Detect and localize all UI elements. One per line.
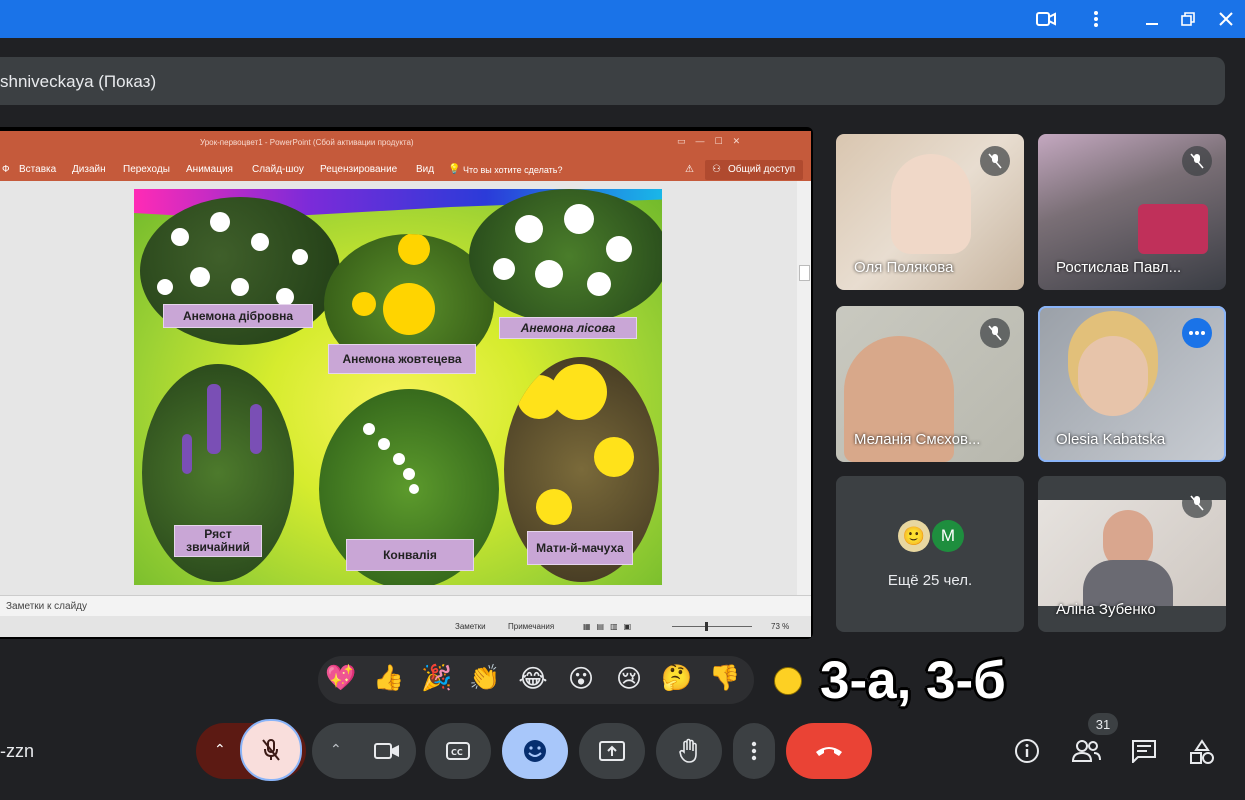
presenter-name: shniveckaya (Показ): [0, 72, 157, 91]
notes-placeholder: Заметки к слайду: [6, 601, 87, 612]
participant-video: [1138, 204, 1208, 254]
participant-name: Ростислав Павл...: [1056, 259, 1182, 276]
close-icon[interactable]: [1209, 0, 1243, 38]
reaction-thinking[interactable]: 🤔: [659, 664, 695, 693]
more-options-button[interactable]: [733, 723, 775, 779]
slide-label-corydalis: Ряст звичайний: [174, 525, 262, 557]
raise-hand-button[interactable]: [656, 723, 722, 779]
participant-tile-2[interactable]: Ростислав Павл...: [1038, 134, 1226, 290]
ribbon-tab-animation[interactable]: Анимация: [186, 164, 233, 175]
reaction-surprised[interactable]: 😮: [563, 664, 599, 694]
restore-icon[interactable]: [1171, 0, 1205, 38]
mic-off-icon: [980, 318, 1010, 348]
slide-label-coltsfoot: Мати-й-мачуха: [527, 531, 633, 565]
anemone-sylvestris-photo: [469, 189, 662, 324]
camera-options-chevron-icon[interactable]: ⌃: [330, 741, 342, 758]
reaction-thumbs-up[interactable]: 👍: [371, 664, 407, 693]
ribbon-tab-file-fragment: Ф: [2, 164, 10, 175]
skin-tone-selector[interactable]: [774, 667, 802, 695]
ppt-window-controls-icon: ▭ — ☐ ✕: [677, 136, 741, 146]
zoom-slider-thumb[interactable]: [705, 622, 708, 631]
chat-icon[interactable]: [1131, 739, 1157, 768]
camera-toggle-button[interactable]: [358, 723, 416, 779]
svg-text:CC: CC: [451, 748, 463, 757]
people-icon[interactable]: [1071, 739, 1102, 768]
participant-video: [891, 154, 971, 254]
warning-icon: ⚠: [685, 164, 694, 175]
ppt-window-title: Урок-первоцвет1 - PowerPoint (Сбой актив…: [200, 138, 414, 147]
hand-icon: [679, 738, 697, 763]
comments-toggle[interactable]: Примечания: [508, 622, 554, 631]
participant-tile-5[interactable]: Аліна Зубенко: [1038, 476, 1226, 632]
slide-label-anemone-sylvestris: Анемона лісова: [499, 317, 637, 339]
more-vert-icon[interactable]: [1079, 0, 1113, 38]
videocam-icon: [374, 743, 399, 759]
ribbon-search[interactable]: Что вы хотите сделать?: [463, 165, 563, 175]
present-screen-button[interactable]: [579, 723, 645, 779]
ribbon-lightbulb-icon: 💡: [448, 164, 461, 175]
view-mode-icons[interactable]: ▦▤▥▣: [583, 622, 637, 631]
window-title-bar: [0, 0, 1245, 38]
ppt-scrollbar[interactable]: [797, 181, 811, 595]
leave-call-button[interactable]: [786, 723, 872, 779]
more-vert-icon: [751, 741, 757, 761]
overlay-class-text: 3-а, 3-б: [820, 651, 1006, 710]
share-label: Общий доступ: [728, 164, 796, 175]
participant-name: Аліна Зубенко: [1056, 601, 1156, 618]
slide-label-anemone-nemorosa: Анемона дібровна: [163, 304, 313, 328]
reaction-party[interactable]: 🎉: [419, 664, 455, 693]
slide-canvas: Анемона дібровна Анемона жовтецева Анемо…: [134, 189, 662, 585]
zoom-slider[interactable]: [672, 626, 752, 627]
ribbon-tab-slideshow[interactable]: Слайд-шоу: [252, 164, 304, 175]
participant-tile-4-speaking[interactable]: Olesia Kabatska: [1038, 306, 1226, 462]
emoji-icon: [524, 740, 546, 762]
participant-tile-1[interactable]: Оля Полякова: [836, 134, 1024, 290]
ribbon-tab-transitions[interactable]: Переходы: [123, 164, 170, 175]
more-participants-tile[interactable]: 🙂 M Ещё 25 чел.: [836, 476, 1024, 632]
mic-off-icon: [980, 146, 1010, 176]
ribbon-tab-insert[interactable]: Вставка: [19, 164, 56, 175]
reaction-heart[interactable]: 💖: [323, 664, 359, 693]
reaction-sad[interactable]: 😢: [611, 664, 647, 694]
people-count-badge: 31: [1088, 713, 1118, 735]
more-participants-label: Ещё 25 чел.: [887, 572, 973, 589]
zoom-level: 73 %: [771, 622, 790, 631]
reaction-laugh[interactable]: 😂: [515, 664, 551, 694]
mic-options-chevron-icon[interactable]: ⌃: [214, 741, 226, 758]
notes-toggle[interactable]: Заметки: [455, 622, 486, 631]
activities-icon[interactable]: [1189, 739, 1215, 770]
minimize-icon[interactable]: [1135, 0, 1169, 38]
ribbon-tab-design[interactable]: Дизайн: [72, 164, 106, 175]
participant-name: Меланія Смєхов...: [854, 431, 981, 448]
mic-off-icon: [1182, 488, 1212, 518]
closed-captions-icon: CC: [446, 742, 470, 760]
reaction-clap[interactable]: 👏: [467, 664, 503, 693]
presenter-bar: [0, 57, 1225, 105]
more-options-icon[interactable]: [1182, 318, 1212, 348]
captions-button[interactable]: CC: [425, 723, 491, 779]
reaction-thumbs-down[interactable]: 👎: [707, 664, 743, 693]
shared-screen: Урок-первоцвет1 - PowerPoint (Сбой актив…: [0, 127, 813, 639]
participant-avatar-icon: 🙂: [898, 520, 930, 552]
mic-off-icon: [1182, 146, 1212, 176]
meeting-info-icon[interactable]: [1014, 738, 1040, 769]
slide-label-anemone-ranunculoides: Анемона жовтецева: [328, 344, 476, 374]
participant-avatar-m: M: [932, 520, 964, 552]
camera-icon[interactable]: [1029, 0, 1063, 38]
present-to-all-icon: [599, 741, 625, 761]
mic-off-icon: [262, 739, 280, 761]
participant-face: [1078, 336, 1148, 416]
participant-name: Оля Полякова: [854, 259, 954, 276]
ribbon-tab-view[interactable]: Вид: [416, 164, 434, 175]
call-end-icon: [816, 747, 842, 756]
reactions-button[interactable]: [502, 723, 568, 779]
meeting-code: -zzn: [0, 741, 35, 761]
person-icon: ⚇: [712, 164, 721, 175]
mic-toggle-button[interactable]: [240, 719, 302, 781]
ribbon-tab-review[interactable]: Рецензирование: [320, 164, 397, 175]
participant-tile-3[interactable]: Меланія Смєхов...: [836, 306, 1024, 462]
participant-name: Olesia Kabatska: [1056, 431, 1166, 448]
notes-bar[interactable]: [0, 595, 811, 616]
slide-label-convallaria: Конвалія: [346, 539, 474, 571]
